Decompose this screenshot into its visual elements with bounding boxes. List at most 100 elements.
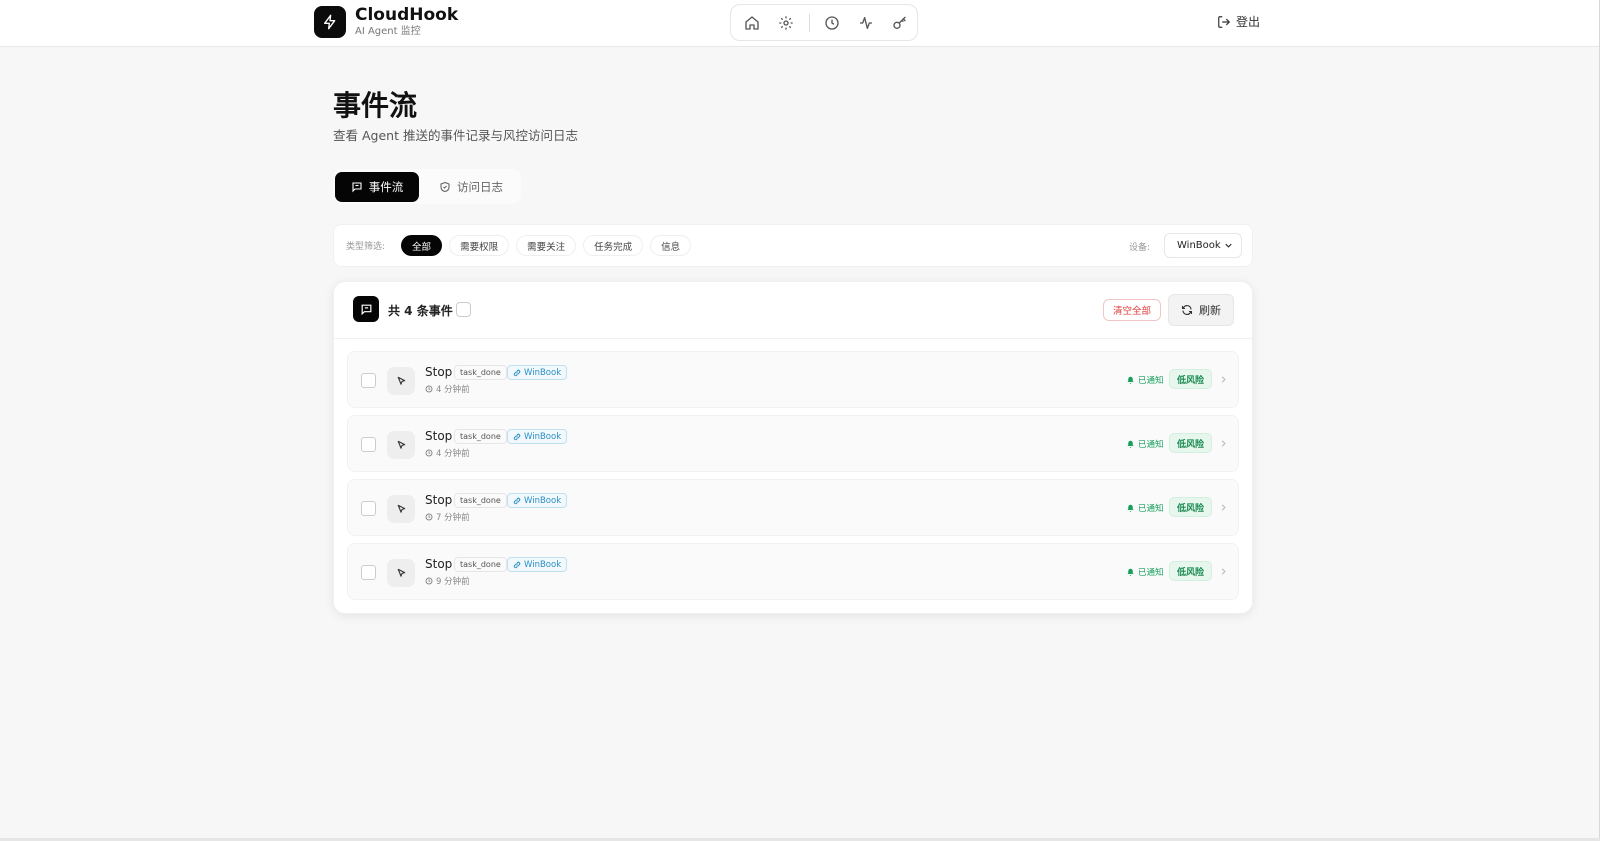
clear-all-button[interactable]: 清空全部 [1103,299,1162,321]
event-type-tag: task_done [454,557,507,572]
notified-label: 已通知 [1138,376,1164,386]
event-time-label: 4 分钟前 [436,449,470,459]
tab-events-label: 事件流 [368,179,404,194]
chevron-right-icon[interactable] [1218,502,1229,513]
device-select[interactable]: WinBook [1164,233,1242,258]
event-time-label: 9 分钟前 [436,577,470,587]
chevron-right-icon[interactable] [1218,566,1229,577]
event-device-label: WinBook [524,367,562,378]
event-time: 4 分钟前 [425,447,470,459]
event-row[interactable]: Stop task_done WinBook 9 分钟前 已通知 低风险 [347,543,1239,600]
main-nav [730,4,918,41]
nav-divider [808,13,810,32]
refresh-label: 刷新 [1199,304,1221,317]
filter-chip-task-done[interactable]: 任务完成 [583,235,644,256]
notified-label: 已通知 [1138,504,1164,514]
cursor-icon [387,431,415,459]
clock-icon [425,513,433,521]
event-type-tag: task_done [454,429,507,444]
cursor-icon [387,559,415,587]
brand-name: CloudHook [355,5,459,25]
activity-icon[interactable] [849,8,883,38]
brand[interactable]: CloudHook AI Agent 监控 [314,6,458,38]
link-icon [513,433,521,440]
logout-label: 登出 [1236,15,1261,29]
event-device-badge: WinBook [507,493,568,508]
key-icon[interactable] [883,8,917,38]
tab-access-log-label: 访问日志 [457,179,503,194]
event-row[interactable]: Stop task_done WinBook 4 分钟前 已通知 低风险 [347,351,1239,408]
filter-chip-all[interactable]: 全部 [401,235,443,256]
events-card: 共 4 条事件 清空全部 刷新 Stop task_done WinBook 4… [333,281,1253,614]
event-list: Stop task_done WinBook 4 分钟前 已通知 低风险 Sto… [347,351,1239,607]
gear-icon[interactable] [769,8,803,38]
link-icon [513,497,521,504]
event-row[interactable]: Stop task_done WinBook 7 分钟前 已通知 低风险 [347,479,1239,536]
event-row[interactable]: Stop task_done WinBook 4 分钟前 已通知 低风险 [347,415,1239,472]
bell-icon [1127,568,1134,576]
event-name: Stop [425,557,453,571]
row-checkbox[interactable] [361,565,376,580]
event-device-label: WinBook [524,559,562,570]
chevron-down-icon [1225,243,1232,248]
event-name: Stop [425,429,453,443]
message-icon [353,296,379,322]
row-checkbox[interactable] [361,501,376,516]
event-time-label: 7 分钟前 [436,513,470,523]
risk-badge: 低风险 [1169,497,1213,517]
event-device-badge: WinBook [507,557,568,572]
notified-status: 已通知 [1126,566,1164,578]
shield-icon [440,181,450,192]
refresh-button[interactable]: 刷新 [1168,294,1234,326]
logout-button[interactable]: 登出 [1217,13,1260,30]
notified-label: 已通知 [1138,440,1164,450]
notified-label: 已通知 [1138,568,1164,578]
refresh-icon [1181,305,1193,315]
page-title: 事件流 [333,89,418,122]
filter-chip-permission[interactable]: 需要权限 [449,235,510,256]
clock-icon[interactable] [816,8,850,38]
link-icon [513,561,521,568]
link-icon [513,369,521,376]
event-type-tag: task_done [454,493,507,508]
cursor-icon [387,367,415,395]
event-time: 7 分钟前 [425,511,470,523]
device-select-value: WinBook [1177,240,1221,251]
device-filter-label: 设备: [1129,243,1151,253]
clock-icon [425,385,433,393]
lightning-icon [314,6,346,38]
view-tabs: 事件流 访问日志 [333,169,521,204]
event-time-label: 4 分钟前 [436,385,470,395]
filter-chip-attention[interactable]: 需要关注 [516,235,577,256]
top-bar: CloudHook AI Agent 监控 登出 [0,0,1599,47]
notified-status: 已通知 [1126,438,1164,450]
page-subtitle: 查看 Agent 推送的事件记录与风控访问日志 [333,128,578,143]
tab-access-log[interactable]: 访问日志 [425,172,517,202]
message-icon [352,181,362,192]
chevron-right-icon[interactable] [1218,438,1229,449]
home-icon[interactable] [735,8,769,38]
logout-icon [1218,15,1231,28]
risk-badge: 低风险 [1169,433,1213,453]
risk-badge: 低风险 [1169,369,1213,389]
event-name: Stop [425,365,453,379]
event-type-tag: task_done [454,365,507,380]
row-checkbox[interactable] [361,437,376,452]
event-device-badge: WinBook [507,429,568,444]
risk-badge: 低风险 [1169,561,1213,581]
row-checkbox[interactable] [361,373,376,388]
type-filter-label: 类型筛选: [346,242,386,252]
event-device-badge: WinBook [507,365,568,380]
select-all-checkbox[interactable] [456,302,471,317]
filter-chip-info[interactable]: 信息 [650,235,692,256]
chevron-right-icon[interactable] [1218,374,1229,385]
event-device-label: WinBook [524,431,562,442]
clock-icon [425,577,433,585]
event-time: 4 分钟前 [425,383,470,395]
event-count: 共 4 条事件 [388,304,453,318]
clock-icon [425,449,433,457]
bell-icon [1127,504,1134,512]
event-name: Stop [425,493,453,507]
event-device-label: WinBook [524,495,562,506]
tab-events[interactable]: 事件流 [335,171,419,202]
